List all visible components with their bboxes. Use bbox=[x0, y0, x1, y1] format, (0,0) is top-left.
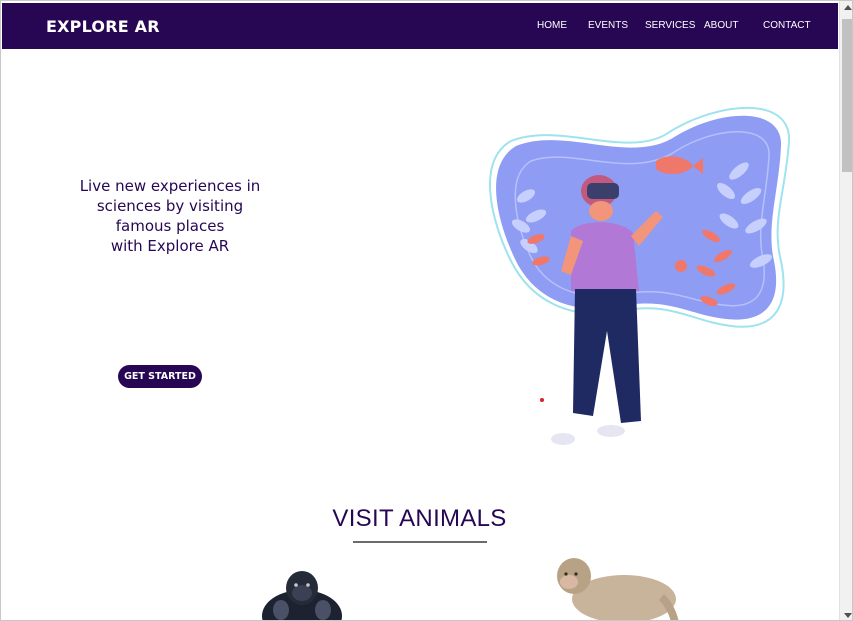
hero-tagline: Live new experiences in sciences by visi… bbox=[61, 176, 279, 256]
gorilla-image[interactable] bbox=[259, 566, 345, 621]
hero-line: famous places bbox=[115, 217, 225, 235]
visit-animals-title: VISIT ANIMALS bbox=[332, 505, 507, 532]
nav-about-link[interactable]: ABOUT bbox=[704, 20, 738, 31]
title-underline bbox=[353, 541, 487, 543]
hero-line: with Explore AR bbox=[110, 237, 230, 255]
navbar: EXPLORE AR HOME EVENTS SERVICES ABOUT CO… bbox=[2, 3, 838, 49]
vertical-scrollbar[interactable] bbox=[839, 1, 852, 620]
browser-viewport: EXPLORE AR HOME EVENTS SERVICES ABOUT CO… bbox=[0, 0, 853, 621]
scrollbar-thumb[interactable] bbox=[842, 19, 852, 172]
scroll-up-arrow-icon[interactable] bbox=[844, 5, 852, 10]
get-started-button[interactable]: GET STARTED bbox=[118, 365, 202, 388]
hero-line: sciences by visiting bbox=[96, 197, 244, 215]
nav-home-link[interactable]: HOME bbox=[537, 20, 567, 31]
nav-events-link[interactable]: EVENTS bbox=[588, 20, 628, 31]
nav-contact-link[interactable]: CONTACT bbox=[763, 20, 811, 31]
vr-headset-person-illustration bbox=[489, 106, 791, 445]
scroll-down-arrow-icon[interactable] bbox=[844, 613, 852, 618]
hero-line: Live new experiences in bbox=[79, 177, 261, 195]
monkey-image[interactable] bbox=[549, 554, 684, 621]
nav-services-link[interactable]: SERVICES bbox=[645, 20, 695, 31]
nav-links: HOME EVENTS SERVICES ABOUT CONTACT bbox=[2, 20, 838, 34]
